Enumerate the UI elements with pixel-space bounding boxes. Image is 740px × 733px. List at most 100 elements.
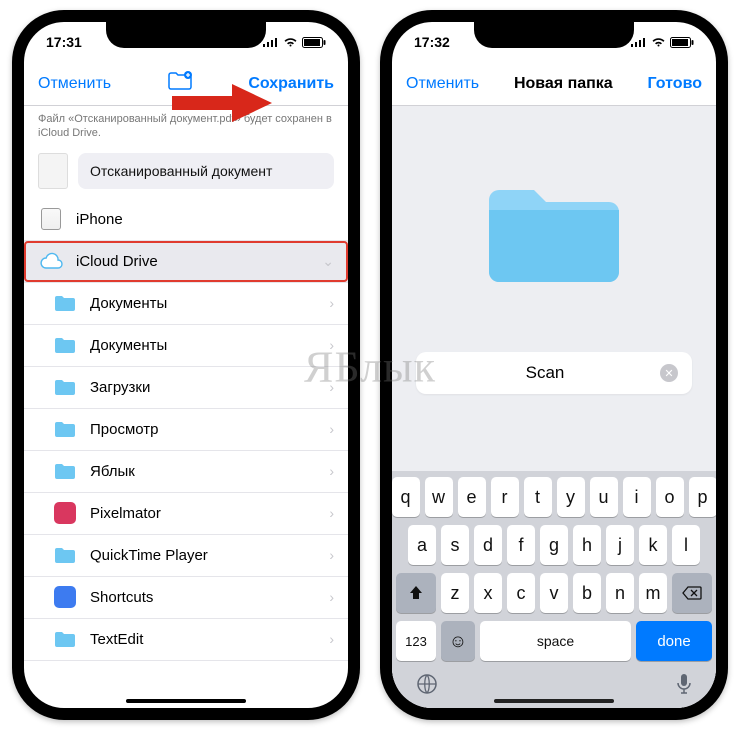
location-label: iPhone [76, 211, 334, 228]
folder-row[interactable]: Просмотр › [24, 409, 348, 451]
key-a[interactable]: a [408, 525, 436, 565]
cancel-button[interactable]: Отменить [38, 75, 111, 93]
location-iphone[interactable]: iPhone [24, 199, 348, 241]
chevron-right-icon: › [329, 631, 334, 647]
folder-name-input[interactable] [430, 363, 660, 383]
folder-icon [53, 377, 77, 397]
chevron-right-icon: › [329, 337, 334, 353]
key-j[interactable]: j [606, 525, 634, 565]
folder-icon [53, 461, 77, 481]
folder-row[interactable]: Загрузки › [24, 367, 348, 409]
status-icons [631, 37, 694, 48]
key-l[interactable]: l [672, 525, 700, 565]
iphone-icon [38, 206, 64, 232]
keyboard: qwertyuiop asdfghjkl zxcvbnm 123 ☺ space… [392, 471, 716, 708]
key-c[interactable]: c [507, 573, 535, 613]
folder-row[interactable]: Яблык › [24, 451, 348, 493]
chevron-right-icon: › [329, 421, 334, 437]
folder-label: TextEdit [90, 631, 329, 648]
app-icon [54, 502, 76, 524]
chevron-right-icon: › [329, 379, 334, 395]
nav-bar: Отменить Сохранить [24, 62, 348, 106]
folder-large-icon [479, 172, 629, 297]
key-done[interactable]: done [636, 621, 712, 661]
key-k[interactable]: k [639, 525, 667, 565]
folder-row[interactable]: TextEdit › [24, 619, 348, 661]
key-b[interactable]: b [573, 573, 601, 613]
key-f[interactable]: f [507, 525, 535, 565]
key-z[interactable]: z [441, 573, 469, 613]
key-s[interactable]: s [441, 525, 469, 565]
app-icon [54, 586, 76, 608]
status-icons [263, 37, 326, 48]
folder-row[interactable]: Документы › [24, 325, 348, 367]
folder-row[interactable]: Shortcuts › [24, 577, 348, 619]
location-icloud-drive[interactable]: iCloud Drive ⌄ [24, 241, 348, 283]
location-label: iCloud Drive [76, 253, 322, 270]
folder-name-field[interactable]: ✕ [416, 352, 692, 394]
folder-label: Просмотр [90, 421, 329, 438]
key-o[interactable]: o [656, 477, 684, 517]
save-button[interactable]: Сохранить [248, 75, 334, 93]
new-folder-icon[interactable] [167, 71, 193, 96]
document-preview-row: Отсканированный документ [24, 149, 348, 199]
clear-icon[interactable]: ✕ [660, 364, 678, 382]
key-shift[interactable] [396, 573, 436, 613]
folder-label: QuickTime Player [90, 547, 329, 564]
status-time: 17:32 [414, 34, 450, 50]
battery-icon [302, 37, 326, 48]
folder-row[interactable]: Pixelmator › [24, 493, 348, 535]
folder-icon [53, 629, 77, 649]
nav-bar: Отменить Новая папка Готово [392, 62, 716, 106]
folder-label: Загрузки [90, 379, 329, 396]
key-y[interactable]: y [557, 477, 585, 517]
key-r[interactable]: r [491, 477, 519, 517]
key-e[interactable]: e [458, 477, 486, 517]
notch [106, 22, 266, 48]
folder-label: Документы [90, 337, 329, 354]
globe-icon[interactable] [416, 673, 438, 700]
folder-label: Pixelmator [90, 505, 329, 522]
folder-icon [53, 335, 77, 355]
chevron-right-icon: › [329, 505, 334, 521]
key-h[interactable]: h [573, 525, 601, 565]
cancel-button[interactable]: Отменить [406, 75, 479, 93]
chevron-down-icon: ⌄ [322, 253, 334, 270]
cloud-icon [38, 248, 64, 274]
key-m[interactable]: m [639, 573, 667, 613]
key-space[interactable]: space [480, 621, 631, 661]
folder-row[interactable]: Документы › [24, 283, 348, 325]
mic-icon[interactable] [676, 673, 692, 700]
key-g[interactable]: g [540, 525, 568, 565]
document-name-chip[interactable]: Отсканированный документ [78, 153, 334, 189]
folder-label: Яблык [90, 463, 329, 480]
key-n[interactable]: n [606, 573, 634, 613]
chevron-right-icon: › [329, 547, 334, 563]
chevron-right-icon: › [329, 463, 334, 479]
key-numbers[interactable]: 123 [396, 621, 436, 661]
iphone-right: 17:32 Отменить Новая папка Готово [380, 10, 728, 720]
done-button[interactable]: Готово [648, 75, 702, 93]
home-indicator [126, 699, 246, 703]
key-p[interactable]: p [689, 477, 717, 517]
cellular-icon [631, 37, 647, 47]
chevron-right-icon: › [329, 295, 334, 311]
cellular-icon [263, 37, 279, 47]
key-d[interactable]: d [474, 525, 502, 565]
key-i[interactable]: i [623, 477, 651, 517]
folder-label: Документы [90, 295, 329, 312]
save-destination-text: Файл «Отсканированный документ.pdf» буде… [24, 106, 348, 149]
folder-row[interactable]: QuickTime Player › [24, 535, 348, 577]
key-t[interactable]: t [524, 477, 552, 517]
key-u[interactable]: u [590, 477, 618, 517]
iphone-left: 17:31 Отменить [12, 10, 360, 720]
home-indicator [494, 699, 614, 703]
key-q[interactable]: q [392, 477, 420, 517]
wifi-icon [283, 37, 298, 48]
key-x[interactable]: x [474, 573, 502, 613]
key-v[interactable]: v [540, 573, 568, 613]
key-emoji[interactable]: ☺ [441, 621, 475, 661]
folder-icon [53, 419, 77, 439]
key-backspace[interactable] [672, 573, 712, 613]
key-w[interactable]: w [425, 477, 453, 517]
